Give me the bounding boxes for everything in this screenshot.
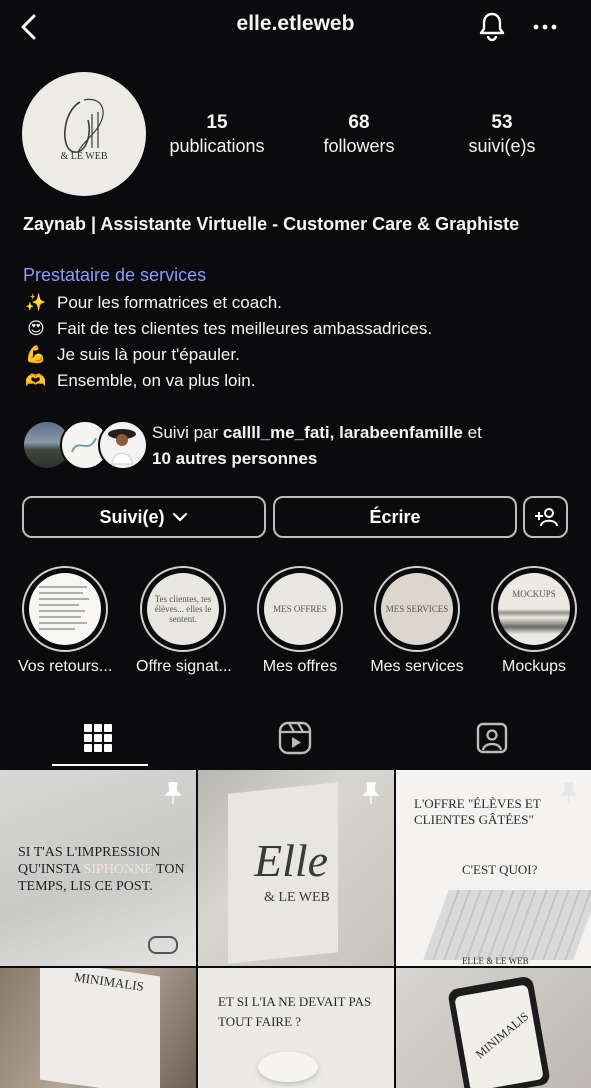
- top-bar: elle.etleweb: [0, 0, 591, 56]
- avatar: [98, 420, 148, 470]
- post-highlight-word: SIPHONNE: [83, 862, 153, 877]
- elle-logo-icon: [64, 98, 104, 153]
- highlight-ring: [22, 566, 108, 652]
- highlight-ring: MOCKUPS: [491, 566, 577, 652]
- bio-text: Ensemble, on va plus loin.: [57, 371, 256, 390]
- post-cup-image: [258, 1052, 318, 1082]
- pin-icon: [164, 782, 182, 804]
- highlight-cover: Tes clientes, tes élèves... elles le sen…: [147, 573, 219, 645]
- post-logo: Elle: [254, 835, 329, 886]
- stat-value: 53: [491, 112, 513, 133]
- highlight-my-services[interactable]: MES SERVICES Mes services: [370, 566, 464, 676]
- active-tab-indicator: [52, 764, 148, 766]
- heart-hands-icon: 🫶: [25, 371, 47, 390]
- mutual-prefix: Suivi par: [152, 423, 223, 442]
- highlight-reviews[interactable]: Vos retours...: [18, 566, 112, 676]
- post-tile[interactable]: MINIMALIS: [0, 968, 196, 1088]
- document-lines-icon: [39, 586, 89, 630]
- post-logo-sub: & LE WEB: [264, 890, 330, 905]
- bio-line: 🫶 Ensemble, on va plus loin.: [23, 368, 583, 394]
- post-tile[interactable]: Elle & LE WEB: [198, 770, 394, 966]
- message-label: Écrire: [369, 506, 421, 527]
- post-keyboard-image: [423, 890, 591, 960]
- post-headline: ET SI L'IA NE DEVAIT PAS TOUT FAIRE ?: [218, 994, 372, 1029]
- highlight-label: Mes services: [370, 658, 464, 675]
- suggest-users-button[interactable]: [523, 496, 568, 538]
- post-headline: L'OFFRE "ÉLÈVES ET CLIENTES GÂTÉES": [414, 796, 541, 827]
- pin-icon: [362, 782, 380, 804]
- mutual-middle: et: [462, 423, 482, 442]
- highlight-cover: MES SERVICES: [381, 573, 453, 645]
- add-person-icon: [534, 508, 558, 527]
- stat-following[interactable]: 53 suivi(e)s: [437, 112, 567, 157]
- stat-label: suivi(e)s: [468, 136, 536, 156]
- mutual-names: callll_me_fati, larabeenfamille: [222, 423, 463, 442]
- highlight-signature-offer[interactable]: Tes clientes, tes élèves... elles le sen…: [136, 566, 232, 676]
- post-decor: [148, 936, 178, 954]
- message-button[interactable]: Écrire: [273, 496, 517, 538]
- stat-followers[interactable]: 68 followers: [294, 112, 424, 157]
- highlight-label: Vos retours...: [18, 658, 113, 675]
- bio-line: 💪 Je suis là pour t'épauler.: [23, 342, 583, 368]
- highlight-ring: MES SERVICES: [374, 566, 460, 652]
- more-options-icon[interactable]: [530, 12, 560, 42]
- bio-line: ✨ Pour les formatrices et coach.: [23, 290, 583, 316]
- highlight-mockups[interactable]: MOCKUPS Mockups: [487, 566, 581, 676]
- reels-icon[interactable]: [277, 720, 313, 756]
- profile-category[interactable]: Prestataire de services: [23, 265, 206, 286]
- stat-value: 15: [206, 112, 228, 133]
- mutual-followers-text[interactable]: Suivi par callll_me_fati, larabeenfamill…: [152, 420, 572, 472]
- flexed-biceps-icon: 💪: [25, 345, 47, 364]
- bell-icon[interactable]: [474, 8, 510, 44]
- highlight-ring: MES OFFRES: [257, 566, 343, 652]
- stat-label: publications: [169, 136, 265, 156]
- highlight-cover: [29, 573, 101, 645]
- avatar-subtitle: & LE WEB: [60, 151, 108, 162]
- post-tile[interactable]: ET SI L'IA NE DEVAIT PAS TOUT FAIRE ?: [198, 968, 394, 1088]
- bio-line: 😍 Fait de tes clientes tes meilleures am…: [23, 316, 583, 342]
- post-caption: SI T'AS L'IMPRESSION QU'INSTA SIPHONNE T…: [18, 844, 188, 895]
- stat-publications[interactable]: 15 publications: [152, 112, 282, 157]
- tagged-icon[interactable]: [474, 720, 510, 756]
- sparkles-icon: ✨: [25, 293, 47, 312]
- highlight-cover: MOCKUPS: [498, 573, 570, 645]
- bio-text: Je suis là pour t'épauler.: [57, 345, 240, 364]
- mutual-followers-avatars[interactable]: [22, 420, 148, 470]
- person-icon: [108, 429, 136, 465]
- profile-avatar[interactable]: & LE WEB: [22, 72, 146, 196]
- highlight-label: Mockups: [501, 658, 567, 675]
- post-tile[interactable]: MINIMALIS: [396, 968, 591, 1088]
- following-button[interactable]: Suivi(e): [22, 496, 266, 538]
- post-footer: ELLE & LE WEB: [462, 956, 529, 966]
- post-question: C'EST QUOI?: [462, 862, 538, 877]
- profile-bio: ✨ Pour les formatrices et coach. 😍 Fait …: [23, 290, 583, 394]
- heart-eyes-icon: 😍: [27, 319, 45, 338]
- stat-value: 68: [348, 112, 370, 133]
- bio-text: Pour les formatrices et coach.: [57, 293, 282, 312]
- mutual-others: 10 autres personnes: [152, 449, 318, 468]
- posts-grid: SI T'AS L'IMPRESSION QU'INSTA SIPHONNE T…: [0, 770, 591, 1088]
- highlight-ring: Tes clientes, tes élèves... elles le sen…: [140, 566, 226, 652]
- chevron-down-icon: [172, 512, 187, 522]
- following-label: Suivi(e): [99, 506, 165, 527]
- grid-icon[interactable]: [80, 720, 116, 756]
- profile-name: Zaynab | Assistante Virtuelle - Customer…: [23, 214, 520, 234]
- profile-tabs: [0, 712, 591, 766]
- pin-icon: [560, 782, 578, 804]
- post-tile[interactable]: SI T'AS L'IMPRESSION QU'INSTA SIPHONNE T…: [0, 770, 196, 966]
- highlight-cover: MES OFFRES: [264, 573, 336, 645]
- stat-label: followers: [323, 136, 395, 156]
- highlight-my-offers[interactable]: MES OFFRES Mes offres: [253, 566, 347, 676]
- highlight-cover-text: MOCKUPS: [512, 589, 556, 599]
- post-tile[interactable]: L'OFFRE "ÉLÈVES ET CLIENTES GÂTÉES" C'ES…: [396, 770, 591, 966]
- bio-text: Fait de tes clientes tes meilleures amba…: [57, 319, 433, 338]
- highlight-label: Mes offres: [262, 658, 338, 675]
- highlight-label: Offre signat...: [136, 658, 232, 675]
